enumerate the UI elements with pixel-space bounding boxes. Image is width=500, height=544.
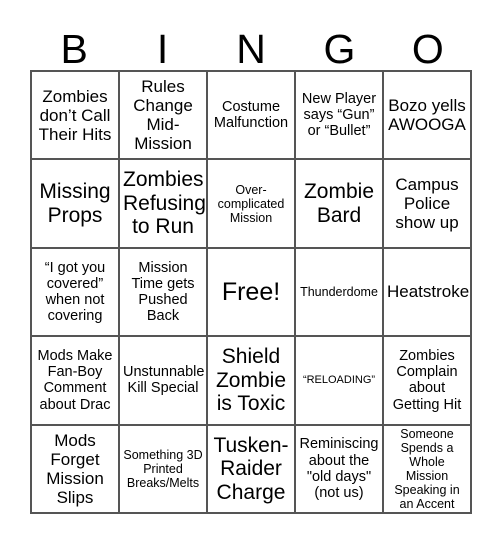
bingo-cell-b3[interactable]: “I got you covered” when not covering [32,248,120,338]
bingo-cell-o2[interactable]: Campus Police show up [384,160,472,249]
bingo-cell-g4[interactable]: “RELOADING” [296,337,384,426]
bingo-cell-label: Someone Spends a Whole Mission Speaking … [394,426,460,511]
bingo-cell-label: Mission Time gets Pushed Back [131,259,195,325]
bingo-grid: Zombies don’t Call Their Hits Rules Chan… [30,70,472,514]
bingo-cell-o1[interactable]: Bozo yells AWOOGA [384,72,472,161]
bingo-card: B I N G O Zombies don’t Call Their Hits … [0,0,500,544]
bingo-cell-label: Over-complicated Mission [217,182,285,225]
bingo-cell-label: Zombie Bard [303,180,375,227]
bingo-cell-i2[interactable]: Zombies Refusing to Run [120,160,208,249]
bingo-cell-n5[interactable]: Tusken-Raider Charge [208,425,296,514]
bingo-cell-label: New Player says “Gun” or “Bullet” [301,90,377,140]
bingo-cell-i5[interactable]: Something 3D Printed Breaks/Melts [120,425,208,514]
bingo-cell-label: Missing Props [39,180,111,227]
bingo-cell-label: Thunderdome [300,284,378,299]
bingo-cell-label: Mods Forget Mission Slips [46,430,104,507]
bingo-cell-b5[interactable]: Mods Forget Mission Slips [32,425,120,514]
bingo-cell-g2[interactable]: Zombie Bard [296,160,384,249]
bingo-cell-n1[interactable]: Costume Malfunction [208,72,296,161]
bingo-header-letter-o: O [411,26,444,72]
bingo-cell-i4[interactable]: Unstunnable Kill Special [120,337,208,426]
bingo-cell-i3[interactable]: Mission Time gets Pushed Back [120,248,208,338]
bingo-header-letter-g: G [323,26,356,72]
bingo-header-letter-b: B [60,26,88,72]
bingo-cell-label: Zombies Refusing to Run [123,168,206,239]
bingo-cell-label: Costume Malfunction [213,98,289,132]
bingo-header-letter-i: I [156,26,169,72]
bingo-cell-label: Bozo yells AWOOGA [388,96,466,135]
bingo-cell-label: Zombies don’t Call Their Hits [38,86,112,144]
bingo-cell-n4[interactable]: Shield Zombie is Toxic [208,337,296,426]
bingo-cell-b4[interactable]: Mods Make Fan-Boy Comment about Drac [32,337,120,426]
bingo-cell-b1[interactable]: Zombies don’t Call Their Hits [32,72,120,161]
bingo-cell-label: Something 3D Printed Breaks/Melts [123,447,203,490]
bingo-cell-free-space[interactable]: Free! [208,248,296,338]
bingo-cell-o3[interactable]: Heatstroke [384,248,472,338]
bingo-cell-o4[interactable]: Zombies Complain about Getting Hit [384,337,472,426]
bingo-cell-n2[interactable]: Over-complicated Mission [208,160,296,249]
bingo-cell-g5[interactable]: Reminiscing about the "old days" (not us… [296,425,384,514]
bingo-cell-label: Zombies Complain about Getting Hit [392,347,462,413]
bingo-cell-label: Tusken-Raider Charge [213,433,289,504]
bingo-cell-i1[interactable]: Rules Change Mid-Mission [120,72,208,161]
bingo-cell-label: “I got you covered” when not covering [44,259,106,325]
bingo-free-space-label: Free! [221,277,281,306]
bingo-cell-g1[interactable]: New Player says “Gun” or “Bullet” [296,72,384,161]
bingo-cell-label: Heatstroke [387,282,470,302]
bingo-cell-label: Shield Zombie is Toxic [215,345,287,416]
bingo-cell-label: Unstunnable Kill Special [123,364,205,397]
bingo-header: B I N G O [30,16,472,70]
bingo-cell-label: Reminiscing about the "old days" (not us… [299,436,379,502]
bingo-cell-label: Mods Make Fan-Boy Comment about Drac [37,347,113,413]
bingo-cell-label: Campus Police show up [395,175,459,233]
bingo-cell-o5[interactable]: Someone Spends a Whole Mission Speaking … [384,425,472,514]
bingo-cell-label: Rules Change Mid-Mission [133,77,193,154]
bingo-header-letter-n: N [236,26,266,72]
bingo-cell-label: “RELOADING” [302,374,376,387]
bingo-cell-g3[interactable]: Thunderdome [296,248,384,338]
bingo-cell-b2[interactable]: Missing Props [32,160,120,249]
